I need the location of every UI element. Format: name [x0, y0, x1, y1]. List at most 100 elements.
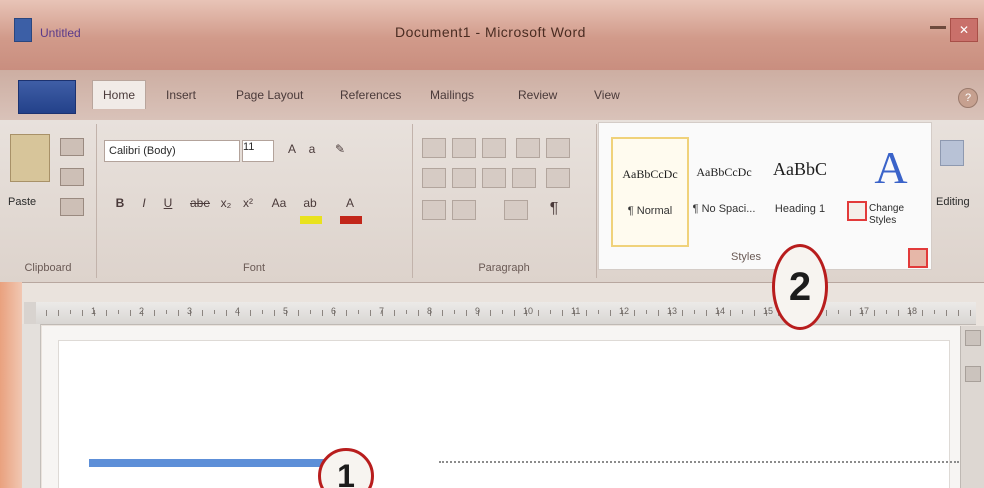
ruler-tick [346, 310, 347, 316]
ruler-tick [850, 310, 851, 316]
decrease-indent-icon[interactable] [516, 138, 540, 158]
ruler-tick [898, 310, 899, 316]
italic-button[interactable]: I [136, 194, 152, 212]
styles-more-button[interactable] [847, 201, 867, 221]
ruler-tick [370, 310, 371, 316]
numbering-icon[interactable] [452, 138, 476, 158]
ruler-tick [394, 310, 395, 316]
close-button[interactable]: ✕ [950, 18, 978, 42]
font-size-select[interactable]: 11 [242, 140, 274, 162]
paragraph-group-label: Paragraph [478, 262, 530, 274]
vertical-scrollbar[interactable] [960, 326, 984, 488]
scroll-up-icon[interactable] [965, 330, 981, 346]
tab-references[interactable]: References [330, 84, 411, 106]
ruler-tick [298, 310, 299, 316]
editing-label[interactable]: Editing [936, 196, 970, 208]
ruler-tick [82, 310, 83, 316]
format-painter-icon[interactable] [60, 198, 84, 216]
align-right-icon[interactable] [482, 168, 506, 188]
ruler-tick [406, 310, 407, 314]
tab-home[interactable]: Home [92, 80, 147, 109]
style-no-spacing[interactable]: AaBbCcDc ¶ No Spaci... [687, 137, 761, 243]
ruler-tick [886, 310, 887, 314]
ruler-tick [538, 310, 539, 316]
change-styles-icon[interactable]: A [871, 137, 911, 199]
clipboard-group-label: Clipboard [24, 262, 72, 274]
document-page[interactable] [58, 340, 959, 488]
tab-insert[interactable]: Insert [156, 84, 206, 106]
ruler-tick [946, 310, 947, 316]
styles-gallery: AaBbCcDc ¶ Normal AaBbCcDc ¶ No Spaci...… [598, 122, 932, 270]
strikethrough-button[interactable]: abe [188, 194, 212, 212]
window-title: Document1 - Microsoft Word [395, 24, 586, 40]
cut-icon[interactable] [60, 138, 84, 156]
superscript-button[interactable]: x² [240, 194, 256, 212]
help-icon[interactable]: ? [958, 88, 978, 108]
copy-icon[interactable] [60, 168, 84, 186]
highlight-icon[interactable]: ab [302, 194, 318, 212]
ruler-number: 18 [907, 306, 918, 316]
quick-access-toolbar[interactable]: Untitled [40, 26, 81, 40]
style-normal-sample: AaBbCcDc [622, 167, 678, 181]
change-case-button[interactable]: Aa [268, 194, 290, 212]
show-hide-marks-icon[interactable]: ¶ [546, 200, 562, 218]
ruler-tick [754, 310, 755, 316]
ruler-number: 1 [91, 306, 97, 316]
paste-icon[interactable] [10, 134, 50, 182]
shrink-font-icon[interactable]: a [304, 140, 320, 158]
bullets-icon[interactable] [422, 138, 446, 158]
tab-review[interactable]: Review [508, 84, 567, 106]
change-styles-label[interactable]: Change Styles [869, 203, 923, 227]
find-replace-icon[interactable] [940, 140, 964, 166]
borders-icon[interactable] [452, 200, 476, 220]
ruler-tick [58, 310, 59, 316]
dotted-leader-line [439, 461, 959, 466]
underline-button[interactable]: U [160, 194, 176, 212]
increase-indent-icon[interactable] [546, 138, 570, 158]
style-no-spacing-sample: AaBbCcDc [696, 165, 752, 179]
office-button[interactable] [18, 80, 76, 114]
align-left-icon[interactable] [422, 168, 446, 188]
tab-view[interactable]: View [584, 84, 630, 106]
callout-2: 2 [772, 244, 828, 330]
minimize-icon[interactable] [930, 26, 946, 29]
scroll-thumb[interactable] [965, 366, 981, 382]
justify-icon[interactable] [512, 168, 536, 188]
ruler-tick [562, 310, 563, 316]
ruler-tick [658, 310, 659, 316]
selected-text-highlight[interactable] [89, 459, 335, 467]
ruler-tick [166, 310, 167, 314]
ruler-tick [130, 310, 131, 316]
style-heading-1[interactable]: AaBbC Heading 1 [763, 137, 837, 243]
align-center-icon[interactable] [452, 168, 476, 188]
paste-button-label[interactable]: Paste [8, 196, 36, 208]
word-window: Untitled Document1 - Microsoft Word ✕ Ho… [0, 0, 984, 488]
styles-dialog-launcher-icon[interactable] [908, 248, 928, 268]
font-name-select[interactable]: Calibri (Body) [104, 140, 240, 162]
horizontal-ruler[interactable]: 123456789101112131415161718 [36, 302, 976, 325]
ruler-tick [250, 310, 251, 316]
sort-icon[interactable] [504, 200, 528, 220]
shading-icon[interactable] [422, 200, 446, 220]
ruler-tick [226, 310, 227, 316]
bold-button[interactable]: B [112, 194, 128, 212]
line-spacing-icon[interactable] [546, 168, 570, 188]
clear-format-icon[interactable]: ✎ [332, 140, 348, 158]
grow-font-icon[interactable]: A [284, 140, 300, 158]
multilevel-list-icon[interactable] [482, 138, 506, 158]
ruler-tick [502, 310, 503, 314]
tab-mailings[interactable]: Mailings [420, 84, 484, 106]
ruler-tick [70, 310, 71, 314]
ruler-tick [838, 310, 839, 314]
ruler-tick [922, 310, 923, 316]
font-color-button[interactable]: A [342, 194, 358, 212]
tab-page-layout[interactable]: Page Layout [226, 84, 313, 106]
font-group-label: Font [242, 262, 265, 274]
style-normal[interactable]: AaBbCcDc ¶ Normal [611, 137, 689, 247]
ruler-tick [874, 310, 875, 316]
ruler-tick [262, 310, 263, 314]
subscript-button[interactable]: x₂ [218, 194, 234, 212]
ribbon-tabs: Home Insert Page Layout References Maili… [0, 70, 984, 120]
font-group: Calibri (Body) 11 A a ✎ B I U abe x₂ x² … [96, 124, 413, 278]
ruler-number: 6 [331, 306, 337, 316]
